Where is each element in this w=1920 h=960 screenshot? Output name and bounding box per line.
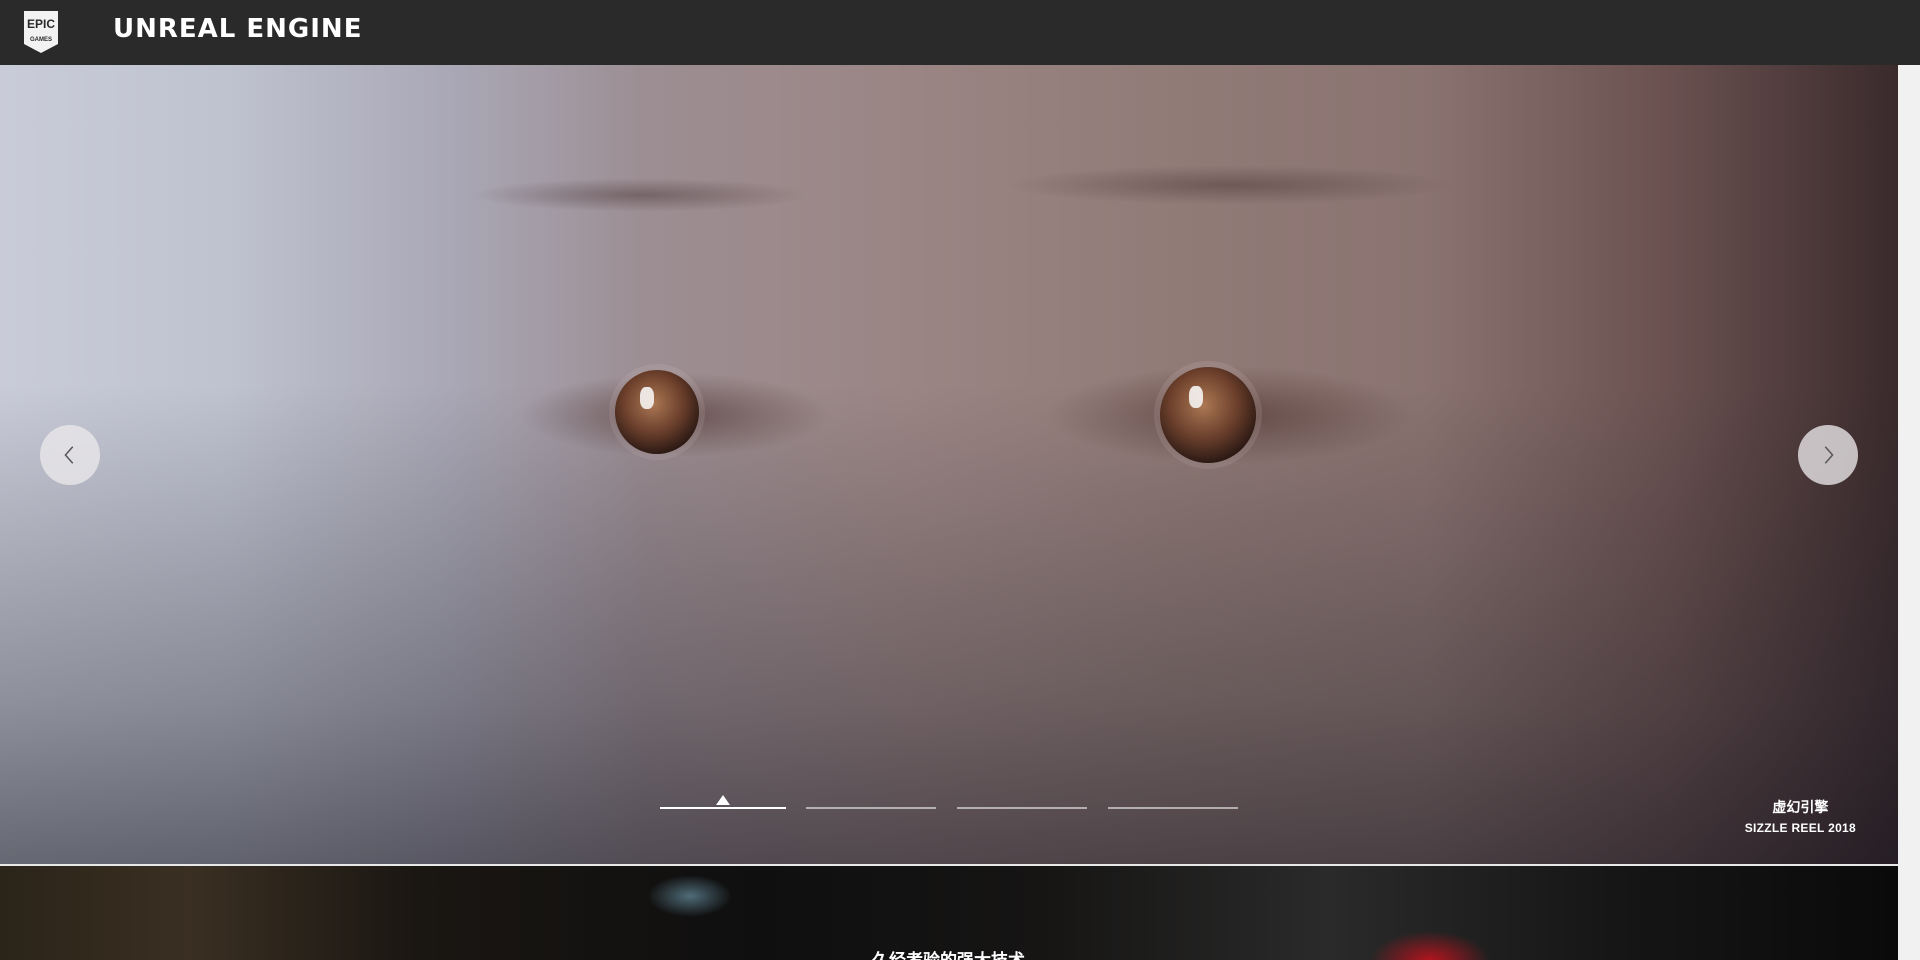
epic-games-logo[interactable]: EPIC GAMES — [22, 10, 60, 54]
chevron-right-icon — [1824, 446, 1834, 464]
hero-carousel: 虚幻引擎 SIZZLE REEL 2018 — [0, 65, 1898, 864]
slide-caption[interactable]: 虚幻引擎 SIZZLE REEL 2018 — [1745, 797, 1856, 835]
slide-indicator-4[interactable] — [1108, 807, 1238, 809]
hero-image-overlay — [0, 65, 1898, 864]
carousel-indicators — [660, 795, 1240, 811]
slide-indicator-3[interactable] — [957, 807, 1087, 809]
logo-text-games: GAMES — [30, 37, 52, 43]
caption-subtitle: SIZZLE REEL 2018 — [1744, 821, 1856, 835]
slide-indicator-1[interactable] — [660, 807, 786, 809]
active-slide-caret — [716, 795, 730, 805]
technology-section: 久经考验的强大技术 — [0, 866, 1898, 960]
caption-title: 虚幻引擎 — [1772, 800, 1829, 816]
logo-text-epic: EPIC — [27, 17, 55, 31]
top-navigation-bar: EPIC GAMES UNREAL ENGINE — [0, 0, 1920, 65]
chevron-left-icon — [64, 446, 74, 464]
section-heading: 久经考验的强大技术 — [872, 946, 1025, 960]
carousel-next-button[interactable] — [1798, 425, 1858, 485]
unreal-engine-title[interactable]: UNREAL ENGINE — [113, 14, 362, 44]
carousel-prev-button[interactable] — [40, 425, 100, 485]
slide-indicator-2[interactable] — [806, 807, 936, 809]
page-scrollbar-track[interactable] — [1898, 65, 1920, 960]
